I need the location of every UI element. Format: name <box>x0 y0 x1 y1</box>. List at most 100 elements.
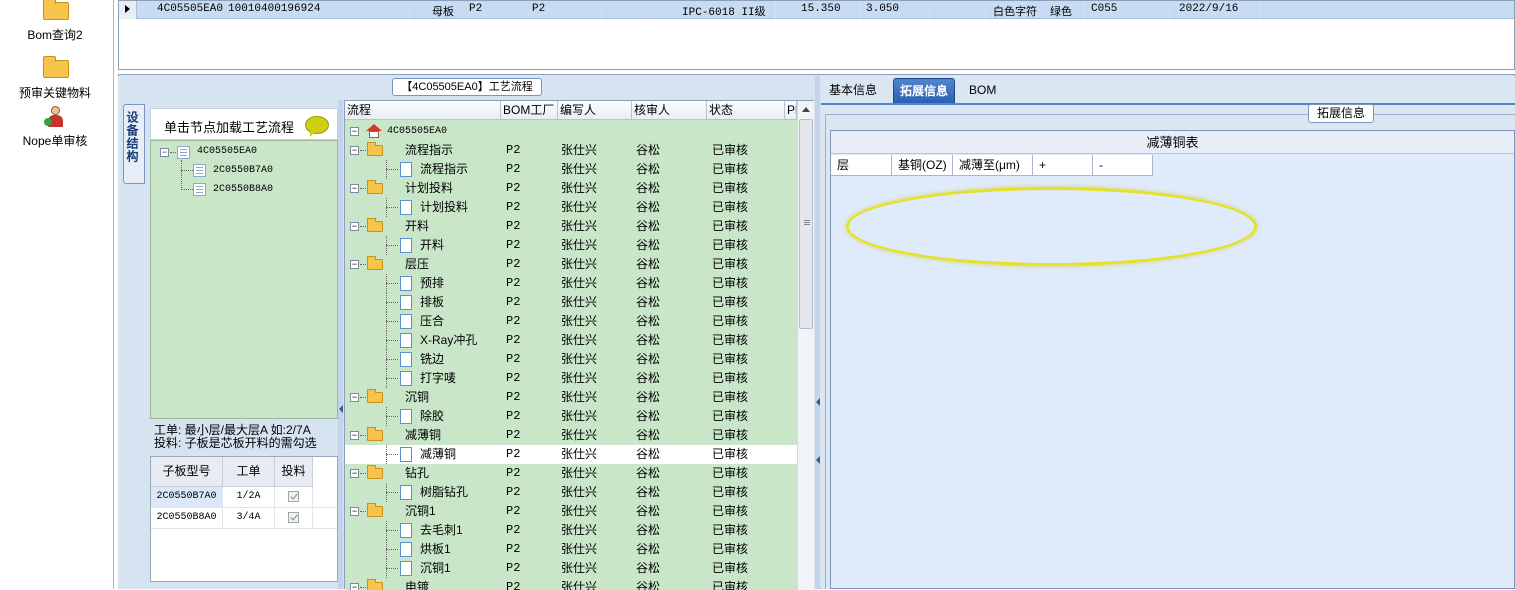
cell-writer: 张仕兴 <box>561 314 598 328</box>
table-row[interactable]: − 钻孔 P2 张仕兴 谷松 已审核 <box>345 464 797 483</box>
document-icon <box>400 542 412 557</box>
table-row[interactable]: 流程指示 P2 张仕兴 谷松 已审核 <box>345 160 797 179</box>
speech-bubble-icon[interactable] <box>305 116 329 137</box>
column-header-checker[interactable]: 核审人 <box>632 101 707 120</box>
cell-factory: P2 <box>506 504 521 518</box>
cell-status: 已审核 <box>712 238 749 252</box>
collapse-left-icon[interactable] <box>816 456 820 464</box>
feed-checkbox[interactable] <box>275 508 313 529</box>
table-row[interactable]: − 电镀 P2 张仕兴 谷松 已审核 <box>345 578 797 590</box>
cell-factory: P2 <box>506 447 521 461</box>
document-icon <box>193 183 206 196</box>
cell-writer: 张仕兴 <box>561 143 598 157</box>
table-row[interactable]: 减薄铜 P2 张仕兴 谷松 已审核 <box>345 445 797 464</box>
collapse-icon[interactable]: − <box>350 127 359 136</box>
cell-factory2: P2 <box>532 3 546 15</box>
usage-note: 工单: 最小层/最大层A 如:2/7A 投料: 子板是芯板开料的需勾选 <box>154 424 317 450</box>
collapse-icon[interactable]: − <box>350 431 359 440</box>
table-row[interactable]: 压合 P2 张仕兴 谷松 已审核 <box>345 312 797 331</box>
collapse-icon[interactable]: − <box>350 146 359 155</box>
table-row[interactable]: 除胶 P2 张仕兴 谷松 已审核 <box>345 407 797 426</box>
column-header-status[interactable]: 状态 <box>707 101 785 120</box>
scroll-thumb[interactable] <box>799 119 813 329</box>
nav-item-bom-query2[interactable]: Bom查询2 <box>0 0 110 43</box>
nav-item-prereview-materials[interactable]: 预审关键物料 <box>0 56 110 101</box>
tab-device-structure[interactable]: 设备结构 <box>123 104 145 184</box>
table-row[interactable]: 4C05505EA0 10010400196924 母板 P2 P2 IPC-6… <box>119 1 1514 19</box>
table-row[interactable]: 计划投料 P2 张仕兴 谷松 已审核 <box>345 198 797 217</box>
collapse-icon[interactable]: − <box>350 184 359 193</box>
table-row[interactable]: − 开料 P2 张仕兴 谷松 已审核 <box>345 217 797 236</box>
nav-item-nope-review[interactable]: Nope单审核 <box>0 106 110 149</box>
cell-factory: P2 <box>506 352 521 366</box>
tree-node-child[interactable]: 2C0550B7A0 <box>213 165 273 176</box>
collapse-left-icon[interactable] <box>339 405 343 413</box>
column-header-feed[interactable]: 投料 <box>275 457 313 487</box>
vertical-scrollbar[interactable] <box>797 101 814 590</box>
cell-status: 已审核 <box>712 466 749 480</box>
table-row[interactable]: 铣边 P2 张仕兴 谷松 已审核 <box>345 350 797 369</box>
collapse-left-icon[interactable] <box>816 398 820 406</box>
table-row[interactable]: − 流程指示 P2 张仕兴 谷松 已审核 <box>345 141 797 160</box>
cell-status: 已审核 <box>712 523 749 537</box>
column-header-bom-factory[interactable]: BOM工厂 <box>501 101 558 120</box>
column-header-model[interactable]: 子板型号 <box>151 457 223 487</box>
process-name: 打字唛 <box>420 371 457 385</box>
table-row[interactable]: − 沉铜1 P2 张仕兴 谷松 已审核 <box>345 502 797 521</box>
table-row[interactable]: 沉铜1 P2 张仕兴 谷松 已审核 <box>345 559 797 578</box>
add-column-button[interactable]: + <box>1033 155 1093 176</box>
cell-checker: 谷松 <box>636 409 661 423</box>
top-data-grid: 4C05505EA0 10010400196924 母板 P2 P2 IPC-6… <box>118 0 1515 70</box>
column-header-base-copper[interactable]: 基铜(OZ) <box>892 155 953 176</box>
table-row[interactable]: 排板 P2 张仕兴 谷松 已审核 <box>345 293 797 312</box>
table-row[interactable]: 2C0550B7A0 1/2A <box>151 487 337 508</box>
splitter[interactable] <box>338 100 343 589</box>
process-name: 流程指示 <box>405 143 454 157</box>
column-header-process[interactable]: 流程 <box>345 101 501 120</box>
collapse-icon[interactable]: − <box>160 148 169 157</box>
cell-writer: 张仕兴 <box>561 238 598 252</box>
tab-basic-info[interactable]: 基本信息 <box>823 78 883 104</box>
remove-column-button[interactable]: - <box>1093 155 1153 176</box>
splitter[interactable] <box>815 76 820 589</box>
feed-checkbox[interactable] <box>275 487 313 508</box>
table-row[interactable]: 树脂钻孔 P2 张仕兴 谷松 已审核 <box>345 483 797 502</box>
tab-bom[interactable]: BOM <box>963 78 1002 104</box>
collapse-icon[interactable]: − <box>350 507 359 516</box>
column-header-writer[interactable]: 编写人 <box>558 101 632 120</box>
table-row[interactable]: 去毛刺1 P2 张仕兴 谷松 已审核 <box>345 521 797 540</box>
table-row[interactable]: 预排 P2 张仕兴 谷松 已审核 <box>345 274 797 293</box>
column-header-pl[interactable]: Pl <box>785 101 797 120</box>
collapse-icon[interactable]: − <box>350 260 359 269</box>
tab-label: 设备结构 <box>125 111 139 163</box>
table-row[interactable]: − 层压 P2 张仕兴 谷松 已审核 <box>345 255 797 274</box>
collapse-icon[interactable]: − <box>350 222 359 231</box>
collapse-icon[interactable]: − <box>350 393 359 402</box>
user-check-icon <box>41 106 69 128</box>
column-header-order[interactable]: 工单 <box>223 457 275 487</box>
tree-node-root[interactable]: 4C05505EA0 <box>197 146 257 157</box>
table-row[interactable]: 打字唛 P2 张仕兴 谷松 已审核 <box>345 369 797 388</box>
table-row[interactable]: 开料 P2 张仕兴 谷松 已审核 <box>345 236 797 255</box>
table-row[interactable]: − 计划投料 P2 张仕兴 谷松 已审核 <box>345 179 797 198</box>
table-row[interactable]: 烘板1 P2 张仕兴 谷松 已审核 <box>345 540 797 559</box>
scroll-up-icon[interactable] <box>802 107 810 112</box>
cell-silk: 白色字符 <box>993 6 1037 18</box>
table-row[interactable]: − 沉铜 P2 张仕兴 谷松 已审核 <box>345 388 797 407</box>
tab-extended-info[interactable]: 拓展信息 <box>893 78 956 104</box>
document-icon <box>400 295 412 310</box>
table-row[interactable]: − 减薄铜 P2 张仕兴 谷松 已审核 <box>345 426 797 445</box>
tree-node-child[interactable]: 2C0550B8A0 <box>213 184 273 195</box>
document-icon <box>400 238 412 253</box>
folder-icon <box>367 256 383 270</box>
collapse-icon[interactable]: − <box>350 469 359 478</box>
table-row[interactable]: X-Ray冲孔 P2 张仕兴 谷松 已审核 <box>345 331 797 350</box>
column-header-thin-to[interactable]: 减薄至(μm) <box>953 155 1033 176</box>
process-grid-header: 流程 BOM工厂 编写人 核审人 状态 Pl <box>345 101 797 120</box>
table-row[interactable]: 2C0550B8A0 3/4A <box>151 508 337 529</box>
column-header-layer[interactable]: 层 <box>831 155 892 176</box>
cell-status: 已审核 <box>712 561 749 575</box>
tab-underline <box>821 103 1515 105</box>
cell-writer: 张仕兴 <box>561 219 598 233</box>
tree-root-row[interactable]: − 4C05505EA0 <box>345 122 797 141</box>
